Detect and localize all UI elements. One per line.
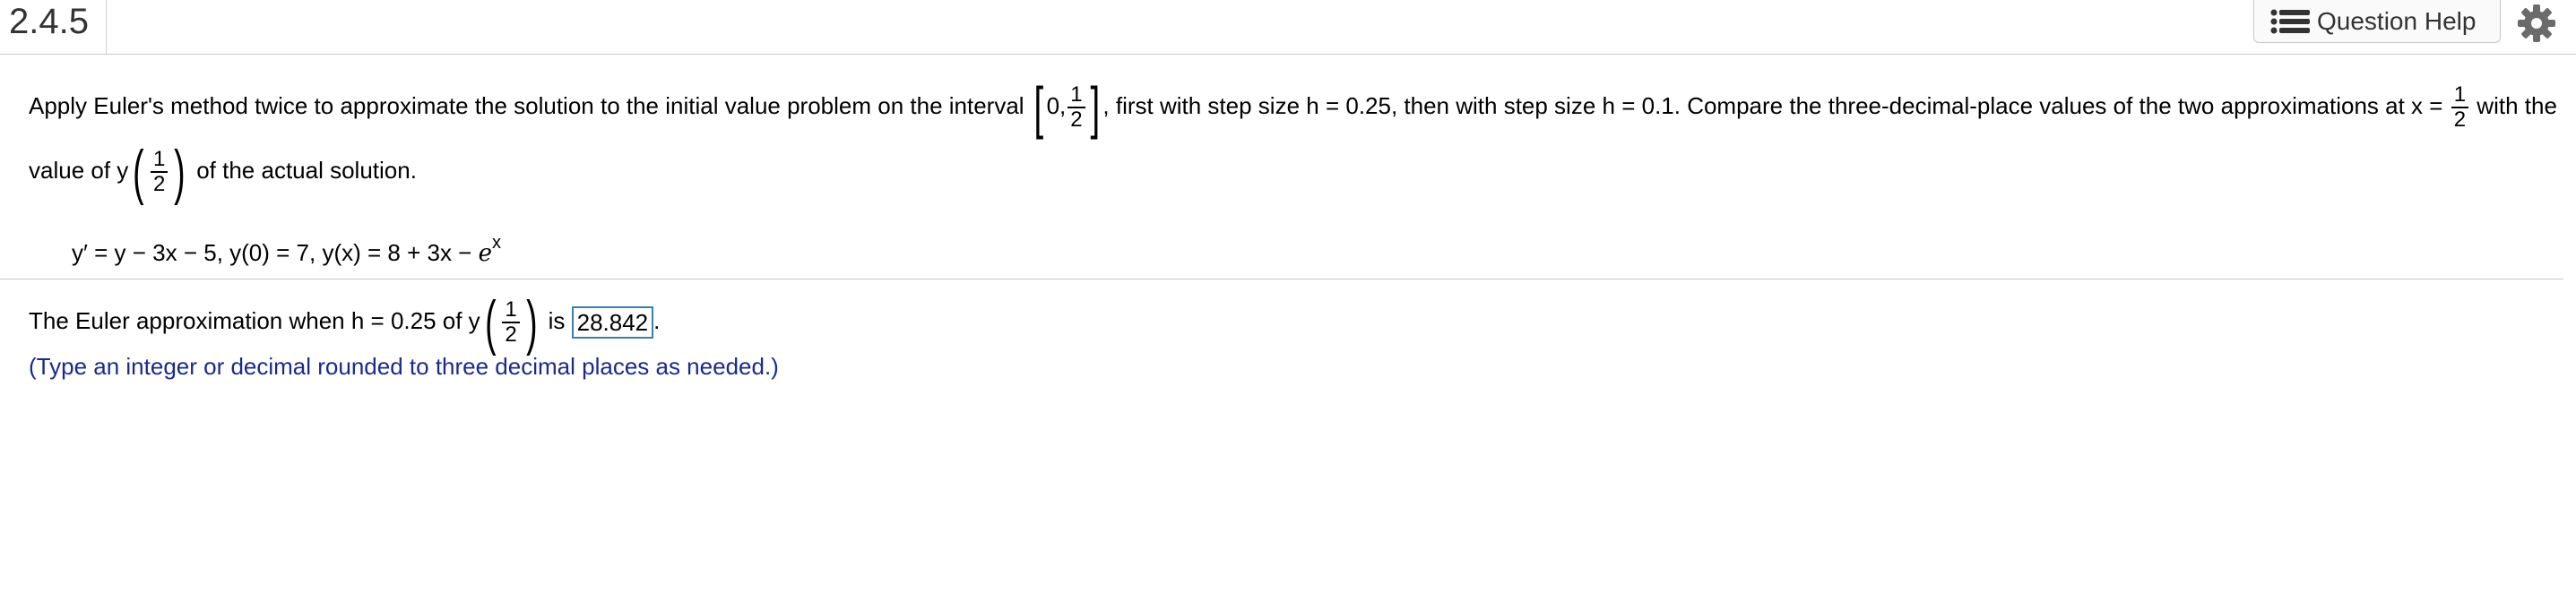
equation-exponent: x — [491, 233, 501, 253]
question-help-label: Question Help — [2317, 6, 2477, 35]
answer-numerator: 1 — [502, 298, 520, 323]
question-help-button[interactable]: Question Help — [2253, 0, 2501, 43]
answer-hint: (Type an integer or decimal rounded to t… — [29, 353, 779, 380]
gear-icon[interactable] — [2517, 4, 2556, 43]
right-bracket: ] — [1090, 75, 1100, 140]
ivp-equation: y′ = y − 3x − 5, y(0) = 7, y(x) = 8 + 3x… — [72, 229, 501, 267]
interval-numerator: 1 — [1068, 83, 1085, 108]
answer-is: is — [548, 306, 566, 334]
answer-denominator: 2 — [505, 322, 517, 347]
left-bracket: [ — [1033, 75, 1044, 140]
problem-text-a: Apply Euler's method twice to approximat… — [29, 91, 1024, 119]
question-number: 2.4.5 — [9, 2, 89, 41]
problem-text-e: of the actual solution. — [196, 156, 417, 184]
right-paren: ) — [174, 138, 186, 206]
y-numerator: 1 — [150, 148, 169, 173]
interval-denominator: 2 — [1070, 107, 1083, 132]
answer-line: The Euler approximation when h = 0.25 of… — [29, 288, 661, 357]
x-numerator: 1 — [2451, 83, 2469, 108]
answer-prefix: The Euler approximation when h = 0.25 of… — [29, 306, 480, 334]
x-denominator: 2 — [2453, 107, 2467, 132]
problem-text-d: value of y — [29, 156, 129, 184]
y-denominator: 2 — [152, 172, 166, 196]
answer-fraction: 12 — [502, 298, 520, 347]
x-fraction: 12 — [2451, 83, 2469, 132]
interval-fraction: 12 — [1068, 83, 1085, 132]
interval-start: 0, — [1046, 91, 1067, 119]
problem-line-1: Apply Euler's method twice to approximat… — [29, 79, 2557, 136]
equation-e: e — [478, 240, 492, 267]
answer-input[interactable]: 28.842 — [571, 306, 654, 339]
problem-text-b: , first with step size h = 0.25, then wi… — [1102, 91, 2443, 119]
y-fraction: 12 — [150, 148, 169, 196]
equation-text: y′ = y − 3x − 5, y(0) = 7, y(x) = 8 + 3x… — [72, 239, 472, 266]
list-icon — [2270, 9, 2310, 33]
problem-text-c: with the — [2477, 91, 2557, 119]
header-divider — [106, 0, 107, 54]
answer-suffix: . — [653, 306, 661, 334]
answer-left-paren: ( — [484, 288, 497, 357]
problem-line-2: value of y(1 2) of the actual solution. — [29, 138, 417, 206]
answer-right-paren: ) — [525, 288, 538, 357]
left-paren: ( — [133, 138, 144, 206]
question-header: 2.4.5 Question Help — [0, 0, 2576, 55]
